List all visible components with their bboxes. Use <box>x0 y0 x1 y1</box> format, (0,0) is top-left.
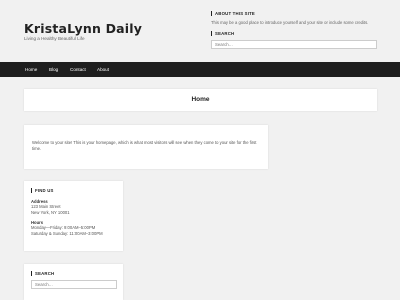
sidebar-search-widget: SEARCH <box>24 264 123 300</box>
site-header: KristaLynn Daily Living a Healthy Beauti… <box>0 0 400 62</box>
main-navigation: Home Blog Contact About <box>0 62 400 77</box>
header-search-widget: SEARCH <box>211 31 377 49</box>
nav-item-home[interactable]: Home <box>25 62 37 77</box>
site-title[interactable]: KristaLynn Daily <box>24 21 142 36</box>
page-header: Home <box>24 89 377 111</box>
header-search-input[interactable] <box>211 40 377 49</box>
address-line-2: New York, NY 10001 <box>31 209 70 215</box>
hours-line-2: Saturday & Sunday: 11:00AM–3:00PM <box>31 230 103 236</box>
find-us-title: FIND US <box>31 188 117 193</box>
about-widget-title: ABOUT THIS SITE <box>211 11 377 16</box>
nav-item-about[interactable]: About <box>97 62 109 77</box>
site-tagline: Living a Healthy Beautiful Life <box>24 36 85 41</box>
about-widget-text: This may be a good place to introduce yo… <box>211 20 369 25</box>
nav-item-contact[interactable]: Contact <box>70 62 86 77</box>
page-content-text: Welcome to your site! This is your homep… <box>32 140 257 152</box>
page-title: Home <box>191 96 210 103</box>
find-us-widget: FIND US Address 123 Main Street New York… <box>24 181 123 251</box>
header-about-widget: ABOUT THIS SITE This may be a good place… <box>211 11 377 25</box>
nav-item-blog[interactable]: Blog <box>49 62 58 77</box>
sidebar-search-title: SEARCH <box>31 271 117 276</box>
page-content: Welcome to your site! This is your homep… <box>24 125 268 169</box>
search-widget-title: SEARCH <box>211 31 377 36</box>
sidebar-search-input[interactable] <box>31 280 117 289</box>
